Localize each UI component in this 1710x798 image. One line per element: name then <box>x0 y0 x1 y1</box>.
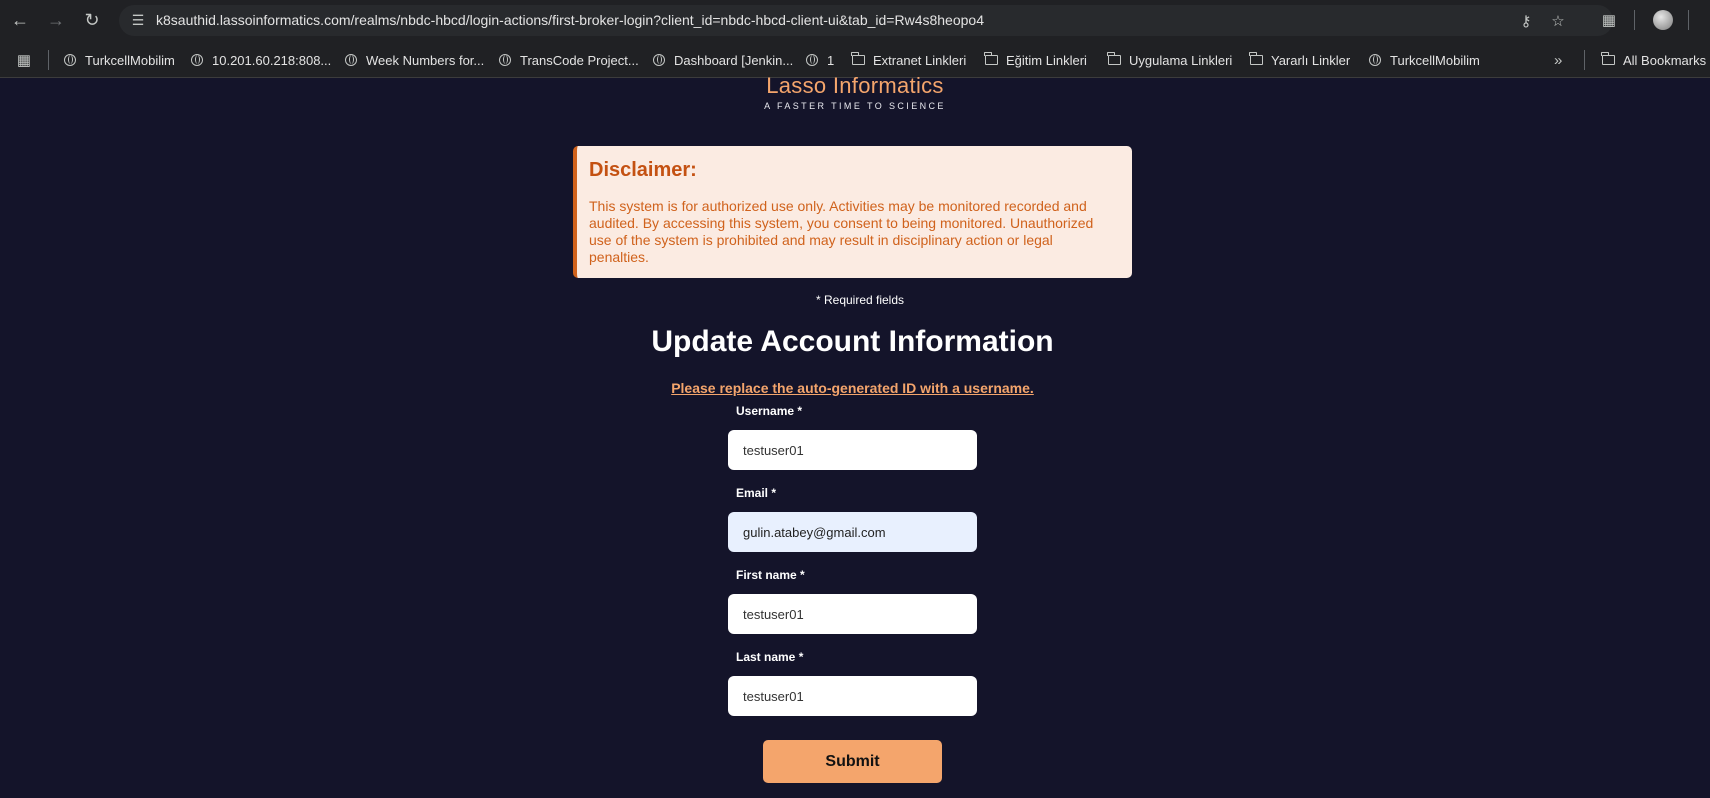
globe-icon <box>652 53 666 67</box>
bookmark-folder[interactable]: Uygulama Linkleri <box>1107 50 1232 70</box>
address-bar[interactable]: ☰ k8sauthid.lassoinformatics.com/realms/… <box>119 5 1613 36</box>
disclaimer-text: This system is for authorized use only. … <box>589 198 1094 265</box>
bookmarks-divider <box>48 50 49 70</box>
last-name-label: Last name * <box>736 650 804 664</box>
bookmark-item[interactable]: TurkcellMobilim <box>1368 50 1480 70</box>
email-label: Email * <box>736 486 777 500</box>
bookmark-folder[interactable]: Eğitim Linkleri <box>984 50 1087 70</box>
submit-button[interactable]: Submit <box>763 740 942 783</box>
back-arrow-icon[interactable]: ← <box>8 8 32 32</box>
bookmark-item[interactable]: Week Numbers for... <box>344 50 484 70</box>
globe-icon <box>63 53 77 67</box>
folder-icon <box>1601 52 1615 67</box>
first-name-input[interactable] <box>728 594 977 634</box>
bookmark-item[interactable]: 1 <box>805 50 834 70</box>
globe-icon <box>1368 53 1382 67</box>
disclaimer-box: Disclaimer: This system is for authorize… <box>573 146 1132 278</box>
bookmark-item[interactable]: TurkcellMobilim <box>63 50 175 70</box>
all-bookmarks-folder[interactable]: All Bookmarks <box>1601 50 1706 70</box>
toolbar-divider <box>1688 10 1689 30</box>
bookmark-item[interactable]: Dashboard [Jenkin... <box>652 50 793 70</box>
folder-icon <box>1249 52 1263 67</box>
folder-icon <box>984 52 998 67</box>
more-bookmarks-chevron-icon[interactable]: » <box>1554 50 1562 70</box>
folder-icon <box>1107 52 1121 67</box>
email-input[interactable] <box>728 512 977 552</box>
url-text[interactable]: k8sauthid.lassoinformatics.com/realms/nb… <box>156 12 984 28</box>
brand-logo-name: Lasso Informatics <box>766 73 944 98</box>
bookmark-item[interactable]: 10.201.60.218:808... <box>190 50 331 70</box>
username-input[interactable] <box>728 430 977 470</box>
apps-grid-icon[interactable]: ▦ <box>17 50 39 70</box>
star-icon[interactable]: ☆ <box>1548 11 1568 31</box>
last-name-input[interactable] <box>728 676 977 716</box>
extensions-puzzle-icon[interactable]: ▦ <box>1598 9 1620 31</box>
globe-icon <box>190 53 204 67</box>
toolbar-divider <box>1634 10 1635 30</box>
bookmark-folder[interactable]: Yararlı Linkler <box>1249 50 1350 70</box>
disclaimer-title: Disclaimer: <box>589 159 697 181</box>
page-title: Update Account Information <box>651 325 1054 358</box>
username-hint-link: Please replace the auto-generated ID wit… <box>671 380 1034 396</box>
folder-icon <box>851 52 865 67</box>
brand-tagline: A FASTER TIME TO SCIENCE <box>764 101 946 111</box>
forward-arrow-icon[interactable]: → <box>44 8 68 32</box>
bookmark-folder[interactable]: Extranet Linkleri <box>851 50 966 70</box>
globe-icon <box>344 53 358 67</box>
first-name-label: First name * <box>736 568 805 582</box>
username-label: Username * <box>736 404 803 418</box>
key-icon[interactable]: ⚷ <box>1516 11 1536 31</box>
bookmarks-divider <box>1584 50 1585 70</box>
reload-icon[interactable]: ↻ <box>80 8 104 32</box>
globe-icon <box>498 53 512 67</box>
globe-icon <box>805 53 819 67</box>
bookmark-item[interactable]: TransCode Project... <box>498 50 639 70</box>
site-info-icon[interactable]: ☰ <box>129 11 147 29</box>
profile-avatar-icon[interactable] <box>1653 10 1673 30</box>
browser-toolbar: ← → ↻ ☰ k8sauthid.lassoinformatics.com/r… <box>0 0 1710 41</box>
required-fields-note: * Required fields <box>815 293 905 307</box>
